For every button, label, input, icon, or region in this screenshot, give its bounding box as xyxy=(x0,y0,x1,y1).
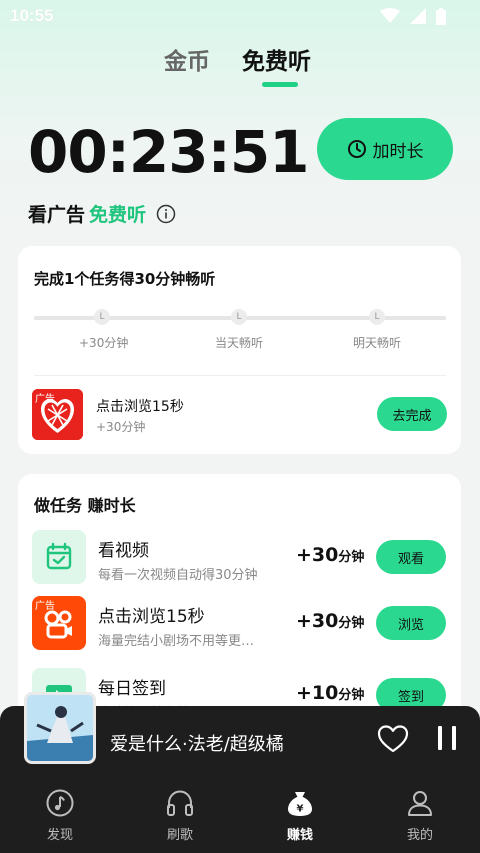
row-reward: +10分钟 xyxy=(296,682,364,704)
headphones-icon xyxy=(167,790,193,816)
battery-icon xyxy=(436,8,446,25)
profile-icon xyxy=(408,791,432,816)
ad-tag: 广告 xyxy=(35,601,55,612)
status-bar: 10:55 xyxy=(0,0,480,34)
nav-item-discover[interactable]: 发现 xyxy=(0,772,120,853)
row-desc: 海量完结小剧场不用等更… xyxy=(98,634,255,649)
list-item: 看视频 每看一次视频自动得30分钟 +30分钟 观看 xyxy=(18,530,461,586)
row-reward: +30分钟 xyxy=(296,544,364,566)
browse-button[interactable]: 浏览 xyxy=(376,606,446,640)
add-time-label: 加时长 xyxy=(372,141,424,162)
subtitle-prefix: 看广告 xyxy=(28,204,86,226)
svg-text:¥: ¥ xyxy=(297,804,304,815)
pinduoduo-icon[interactable]: 广告 xyxy=(32,389,83,440)
add-time-button[interactable]: 加时长 xyxy=(317,118,453,180)
song-title: 爱是什么·法老/超级橘 xyxy=(110,734,284,755)
row-reward-unit: 分钟 xyxy=(338,616,365,631)
music-disc-icon xyxy=(46,789,74,817)
tab-free-listen[interactable]: 免费听 xyxy=(242,42,311,76)
remaining-time: 00:23:51 xyxy=(28,118,310,186)
row-reward: +30分钟 xyxy=(296,610,364,632)
complete-task-button[interactable]: 去完成 xyxy=(377,397,447,431)
calendar-icon xyxy=(46,542,72,570)
row-reward-unit: 分钟 xyxy=(338,688,365,703)
album-cover-image xyxy=(27,695,93,761)
divider xyxy=(34,375,446,376)
top-tabs: 金币 免费听 xyxy=(0,42,480,92)
subtitle: 看广告 免费听 xyxy=(28,200,176,227)
tab-coins[interactable]: 金币 xyxy=(164,42,210,76)
subtitle-highlight: 免费听 xyxy=(89,204,147,226)
list-item: 广告 点击浏览15秒 海量完结小剧场不用等更… +30分钟 浏览 xyxy=(18,596,461,652)
row-title: 看视频 xyxy=(98,541,149,561)
row-desc: 每看一次视频自动得30分钟 xyxy=(98,568,258,583)
status-icons xyxy=(380,8,446,25)
row-reward-value: +30 xyxy=(296,610,339,632)
status-time: 10:55 xyxy=(10,6,54,25)
task-progress-card: 完成1个任务得30分钟畅听 L L L +30分钟 当天畅听 明天畅听 广告 点… xyxy=(18,246,461,454)
row-title: 点击浏览15秒 xyxy=(98,607,205,627)
task-reward: +30分钟 xyxy=(96,420,146,434)
earn-time-title: 做任务 赚时长 xyxy=(34,496,136,515)
signal-icon xyxy=(410,8,426,24)
row-reward-value: +30 xyxy=(296,544,339,566)
nav-label: 我的 xyxy=(406,828,433,843)
progress-node: L xyxy=(231,309,247,325)
progress-node: L xyxy=(369,309,385,325)
ad-tag: 广告 xyxy=(35,394,55,405)
active-tab-indicator xyxy=(262,82,298,87)
nav-item-profile[interactable]: 我的 xyxy=(360,772,480,853)
task-progress-title: 完成1个任务得30分钟畅听 xyxy=(34,270,216,288)
progress-node-label: 明天畅听 xyxy=(353,336,402,350)
row-reward-unit: 分钟 xyxy=(338,550,365,565)
heart-icon[interactable] xyxy=(377,724,409,754)
pause-icon[interactable] xyxy=(434,724,460,752)
watch-video-button[interactable]: 观看 xyxy=(376,540,446,574)
calendar-video-icon xyxy=(32,530,86,584)
nav-item-earn[interactable]: ¥ 赚钱 xyxy=(240,772,360,853)
task-title: 点击浏览15秒 xyxy=(96,399,184,415)
bottom-nav: 发现 刷歌 ¥ 赚钱 我的 xyxy=(0,772,480,853)
kuaishou-icon: 广告 xyxy=(32,596,86,650)
clock-icon xyxy=(347,140,366,158)
nav-item-songs[interactable]: 刷歌 xyxy=(120,772,240,853)
row-reward-value: +10 xyxy=(296,682,339,704)
progress-node: L xyxy=(94,309,110,325)
progress-node-label: 当天畅听 xyxy=(215,336,264,350)
wifi-icon xyxy=(380,8,400,23)
album-art[interactable] xyxy=(24,692,96,764)
nav-label: 发现 xyxy=(46,828,73,843)
progress-node-label: +30分钟 xyxy=(79,336,129,350)
money-bag-icon: ¥ xyxy=(288,792,312,816)
nav-label: 赚钱 xyxy=(286,828,313,843)
row-title: 每日签到 xyxy=(98,679,166,699)
nav-label: 刷歌 xyxy=(166,828,193,843)
info-icon[interactable] xyxy=(156,204,176,224)
